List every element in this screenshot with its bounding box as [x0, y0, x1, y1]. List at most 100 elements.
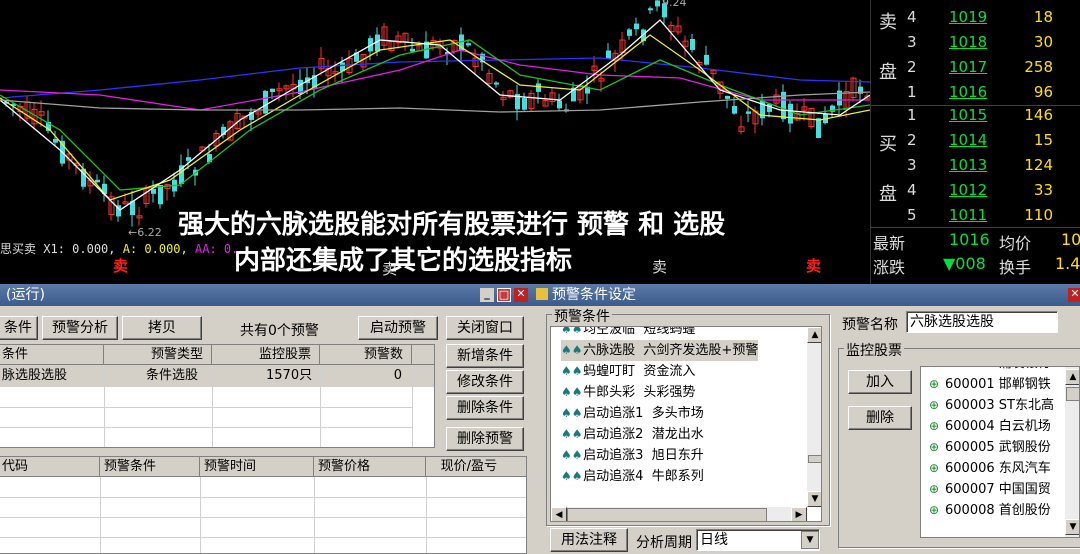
condition-name: 均空波临	[583, 326, 636, 337]
stock-name: 浦发银行	[999, 367, 1051, 371]
stock-list-item[interactable]: ⊕ 600003 ST东北高	[929, 395, 1054, 416]
stock-list-item[interactable]: ⊕ 600008 首创股份	[929, 500, 1051, 521]
condition-tree-item[interactable]: ♠♠ 启动追涨4 牛郎系列	[561, 466, 704, 487]
stock-name: 中国国贸	[998, 482, 1051, 497]
stock-list-item[interactable]: ⊕ 600005 武钢股份	[929, 437, 1051, 458]
delete-condition-button[interactable]: 删除条件	[446, 396, 524, 420]
subtitle-line-2: 内部还集成了其它的选股指标	[234, 246, 573, 276]
scroll-down-arrow[interactable]: ▼	[807, 491, 821, 507]
sell-signal: 卖	[382, 260, 398, 278]
bid-volume: 33	[1033, 181, 1053, 199]
candle-body	[690, 38, 695, 50]
condition-tree-item[interactable]: ♠♠ 启动追涨3 旭日东升	[561, 445, 704, 466]
analysis-period-value: 日线	[700, 532, 728, 548]
bid-price[interactable]: 1012	[949, 181, 987, 199]
add-condition-button[interactable]: 新增条件	[446, 344, 524, 368]
moving-average-line	[0, 19, 870, 211]
bid-volume: 110	[1024, 206, 1053, 224]
stock-node-icon: ⊕	[929, 419, 940, 433]
column-header[interactable]: 预警条件	[100, 457, 200, 477]
stock-node-icon: ⊕	[929, 367, 945, 374]
column-header[interactable]: 预警价格	[314, 457, 426, 477]
alert-name-input[interactable]: 六脉选股选股	[906, 311, 1058, 333]
column-header[interactable]: 条件	[0, 345, 104, 365]
scroll-down-arrow[interactable]: ▼	[1065, 519, 1079, 535]
add-stock-button[interactable]: 加入	[848, 370, 912, 394]
ask-price[interactable]: 1018	[949, 33, 987, 51]
grid-line	[0, 537, 526, 538]
grid-line	[200, 477, 201, 553]
turnover-value: 1.4	[1055, 254, 1080, 273]
scroll-thumb[interactable]	[808, 455, 821, 463]
scroll-right-arrow[interactable]: ▶	[791, 507, 807, 521]
stock-list-item[interactable]: ⊕ 600006 东风汽车	[929, 458, 1051, 479]
condition-tree-item[interactable]: ♠♠ 均空波临 短线蚂蝗	[561, 326, 695, 340]
delete-alert-button[interactable]: 删除预警	[446, 427, 524, 451]
grid-line	[104, 365, 105, 447]
bid-price[interactable]: 1014	[949, 131, 987, 149]
monitor-stock-list[interactable]: ⊕600000 浦发银行⊕600001 邯郸钢铁⊕600003 ST东北高⊕60…	[920, 366, 1080, 538]
condition-name: 牛郎头彩	[583, 385, 636, 400]
column-header[interactable]: 预警类型	[104, 345, 212, 365]
ask-row: 3 1018 30	[871, 33, 1080, 57]
bid-row: 2 1014 15	[871, 131, 1080, 155]
ask-price[interactable]: 1017	[949, 58, 987, 76]
close-button[interactable]: ✕	[514, 288, 528, 302]
condition-name: 启动追涨4	[583, 469, 644, 484]
alert-count-text: 共有0个预警	[240, 323, 319, 339]
ask-price[interactable]: 1019	[949, 8, 987, 26]
bid-volume: 146	[1024, 106, 1053, 124]
stock-list-item[interactable]: ⊕600000 浦发银行	[929, 367, 1051, 374]
column-header[interactable]: 现价/盈亏	[426, 457, 526, 477]
condition-tree-item[interactable]: ♠♠ 启动追涨1 多头市场	[561, 403, 704, 424]
change-value: ▼008	[943, 254, 986, 273]
column-header[interactable]: 预警数	[320, 345, 412, 365]
ask-price[interactable]: 1016	[949, 83, 987, 101]
analysis-period-select[interactable]: 日线 ▼	[696, 529, 820, 551]
modify-condition-button[interactable]: 修改条件	[446, 370, 524, 394]
condition-tree[interactable]: ♠♠ 均空波临 短线蚂蝗 ♠♠ 六脉选股 六剑齐发选股+预警 ♠♠ 蚂蝗叮盯 资金流…	[550, 326, 822, 522]
scroll-up-arrow[interactable]: ▲	[1065, 369, 1079, 385]
bid-price[interactable]: 1015	[949, 106, 987, 124]
stock-name: 武钢股份	[998, 440, 1051, 455]
scroll-left-arrow[interactable]: ◀	[551, 507, 567, 521]
bid-level: 2	[907, 131, 917, 149]
candle-body	[270, 88, 275, 93]
minimize-button[interactable]: _	[480, 288, 494, 302]
column-header[interactable]: 预警时间	[200, 457, 314, 477]
ask-volume: 258	[1024, 58, 1053, 76]
start-alert-button[interactable]: 启动预警	[358, 316, 438, 340]
table-row[interactable]: 脉选股选股 条件选股 1570只 0	[0, 365, 434, 387]
stock-list-item[interactable]: ⊕ 600007 中国国贸	[929, 479, 1051, 500]
stock-list-item[interactable]: ⊕ 600001 邯郸钢铁	[929, 374, 1051, 395]
condition-tree-item[interactable]: ♠♠ 启动追涨2 潜龙出水	[561, 424, 704, 445]
chevron-down-icon[interactable]: ▼	[801, 531, 819, 549]
remove-stock-button[interactable]: 删除	[848, 406, 912, 430]
usage-notes-button[interactable]: 用法注释	[550, 528, 628, 552]
stock-code: 600004	[945, 419, 995, 434]
close-button[interactable]: ✕	[1068, 288, 1080, 302]
maximize-button[interactable]: □	[497, 288, 511, 302]
condition-tree-item[interactable]: ♠♠ 蚂蝗叮盯 资金流入	[561, 361, 695, 382]
scroll-up-arrow[interactable]: ▲	[807, 327, 821, 343]
column-header[interactable]: 监控股票	[212, 345, 320, 365]
vertical-scrollbar[interactable]	[807, 327, 821, 507]
candle-body	[536, 83, 541, 92]
close-window-button[interactable]: 关闭窗口	[446, 316, 524, 340]
scroll-thumb[interactable]	[567, 508, 767, 521]
alert-analysis-button[interactable]: 预警分析	[42, 316, 118, 340]
condition-tree-item[interactable]: ♠♠ 六脉选股 六剑齐发选股+预警	[561, 340, 759, 361]
bid-price[interactable]: 1013	[949, 156, 987, 174]
copy-button[interactable]: 拷贝	[122, 316, 202, 340]
kline-chart[interactable]: 9.24 ←6.22 强大的六脉选股能对所有股票进行 预警 和 选股 内部还集成…	[0, 0, 870, 282]
ask-row: 4 1019 18	[871, 8, 1080, 32]
condition-button[interactable]: 条件	[0, 316, 38, 340]
column-header[interactable]: 代码	[0, 457, 100, 477]
bid-price[interactable]: 1011	[949, 206, 987, 224]
condition-tree-item[interactable]: ♠♠ 牛郎头彩 头彩强势	[561, 382, 695, 403]
stock-list-item[interactable]: ⊕ 600004 白云机场	[929, 416, 1051, 437]
stock-node-icon: ⊕	[929, 482, 940, 496]
candle-body	[95, 179, 100, 183]
scroll-thumb[interactable]	[1066, 387, 1079, 401]
stock-name: ST东北高	[998, 398, 1054, 413]
